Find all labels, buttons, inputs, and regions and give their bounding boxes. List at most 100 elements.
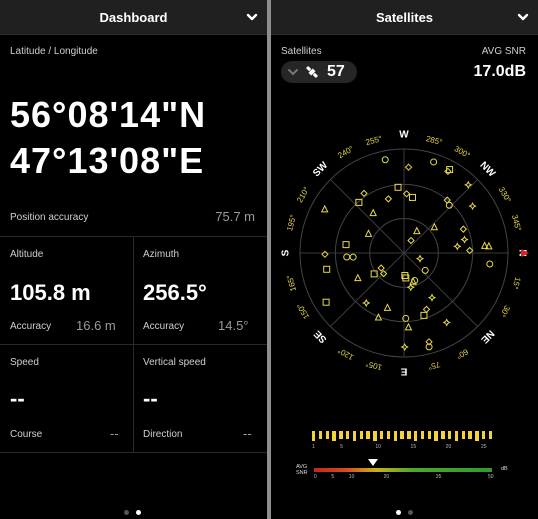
- degree-label: 330°: [497, 185, 513, 204]
- satellite-marker: [453, 242, 462, 251]
- snr-bar: [373, 431, 377, 441]
- azimuth-label: Azimuth: [143, 249, 180, 260]
- snr-bar: [475, 431, 479, 441]
- page-indicator-dot[interactable]: [124, 510, 129, 515]
- snr-bar: [434, 431, 438, 441]
- divider: [0, 344, 267, 345]
- bar-tick-label: 20: [445, 444, 452, 450]
- snr-bar: [441, 431, 445, 439]
- satellite-sky-plot[interactable]: 15° 30° 60° 75° 105° 120° 150° 165° 195° 210° 240°…: [271, 118, 538, 388]
- snr-tick-label: 0: [314, 474, 317, 480]
- direction-value: --: [243, 426, 252, 441]
- chevron-down-icon[interactable]: [517, 11, 529, 23]
- snr-bar: [366, 431, 370, 439]
- snr-bar: [468, 431, 472, 439]
- divider: [0, 452, 267, 453]
- snr-bar: [482, 431, 486, 439]
- vertical-speed-label: Vertical speed: [143, 357, 206, 368]
- speed-label: Speed: [10, 357, 39, 368]
- satellites-title: Satellites: [375, 9, 434, 25]
- cardinal-label: SE: [312, 328, 329, 345]
- altitude-label: Altitude: [10, 249, 44, 260]
- avg-snr-value: 17.0dB: [473, 63, 526, 80]
- satellite-marker: [421, 266, 429, 274]
- snr-bar: [414, 431, 418, 441]
- satellite-marker: [413, 226, 421, 235]
- satellite-filter-pill[interactable]: 57: [281, 61, 357, 83]
- satellite-marker: [404, 163, 413, 171]
- satellite-marker: [322, 298, 330, 306]
- page-indicator-dot-active[interactable]: [396, 510, 401, 515]
- altitude-accuracy-value: 16.6 m: [76, 318, 116, 333]
- satellite-marker: [321, 250, 329, 259]
- snr-bar: [427, 431, 431, 439]
- direction-label: Direction: [143, 429, 183, 440]
- dashboard-title: Dashboard: [99, 9, 168, 25]
- satellite-count: 57: [327, 63, 345, 80]
- satellite-marker: [355, 198, 363, 206]
- snr-bar: [461, 431, 465, 439]
- latitude-value: 56°08'14"N: [10, 94, 207, 135]
- degree-label: 165°: [285, 274, 298, 292]
- chevron-down-icon: [288, 69, 298, 76]
- satellite-marker: [342, 241, 350, 249]
- satellite-marker: [486, 260, 494, 268]
- snr-bar: [448, 431, 452, 439]
- degree-label: 150°: [295, 302, 311, 321]
- degree-label: 15°: [511, 276, 523, 290]
- satellite-marker: [383, 303, 392, 311]
- cardinal-label: W: [399, 130, 409, 141]
- chevron-down-icon[interactable]: [246, 11, 258, 23]
- satellite-marker: [362, 298, 371, 308]
- satellite-marker: [320, 204, 329, 213]
- satellite-marker: [444, 167, 452, 176]
- satellite-marker: [430, 158, 438, 166]
- snr-bar: [352, 431, 357, 441]
- satellites-header[interactable]: Satellites: [271, 0, 538, 35]
- satellite-marker: [427, 293, 437, 302]
- page-indicator-dot[interactable]: [408, 510, 413, 515]
- degree-label: 300°: [453, 144, 472, 160]
- satellite-marker: [459, 225, 468, 233]
- degree-label: 105°: [365, 359, 383, 372]
- cardinal-label: NW: [478, 160, 498, 180]
- satellite-marker: [422, 305, 431, 314]
- bar-tick-label: 25: [480, 444, 487, 450]
- bar-tick-label: 15: [410, 444, 417, 450]
- course-value: --: [110, 426, 119, 441]
- avg-snr-label: AVG SNR: [481, 46, 526, 57]
- dashboard-header[interactable]: Dashboard: [0, 0, 267, 35]
- snr-bar: [420, 431, 425, 439]
- dashboard-panel: Dashboard Latitude / Longitude 56°08'14"…: [0, 0, 267, 519]
- snr-scale-label: AVG SNR: [296, 464, 308, 476]
- snr-bar: [318, 431, 323, 439]
- satellite-marker: [384, 195, 393, 203]
- degree-label: 240°: [336, 144, 355, 160]
- satellite-marker: [400, 342, 409, 352]
- azimuth-accuracy-label: Accuracy: [143, 321, 185, 332]
- satellite-marker: [442, 318, 451, 327]
- degree-label: 60°: [455, 347, 470, 361]
- satellite-marker: [408, 193, 416, 201]
- snr-bar: [325, 431, 329, 439]
- snr-gradient-scale: [314, 468, 492, 472]
- snr-bar-strip: [312, 431, 493, 443]
- satellite-marker: [343, 253, 351, 261]
- snr-bar: [359, 431, 363, 439]
- cardinal-label: NE: [478, 328, 496, 346]
- satellite-marker: [381, 156, 389, 164]
- satellite-marker: [406, 283, 415, 292]
- satellites-label: Satellites: [281, 46, 322, 57]
- latlon-label: Latitude / Longitude: [10, 46, 98, 57]
- speed-value: --: [10, 386, 25, 411]
- satellite-marker: [349, 253, 357, 261]
- degree-label: 195°: [285, 214, 298, 232]
- satellite-marker: [415, 254, 425, 263]
- satellite-marker: [402, 190, 411, 198]
- bar-tick-label: 10: [375, 444, 381, 450]
- satellite-marker: [354, 273, 362, 282]
- snr-tick-label: 20: [383, 474, 390, 480]
- page-indicator-dot-active[interactable]: [136, 510, 141, 515]
- degree-label: 210°: [295, 185, 311, 204]
- bar-tick-label: 1: [312, 444, 315, 450]
